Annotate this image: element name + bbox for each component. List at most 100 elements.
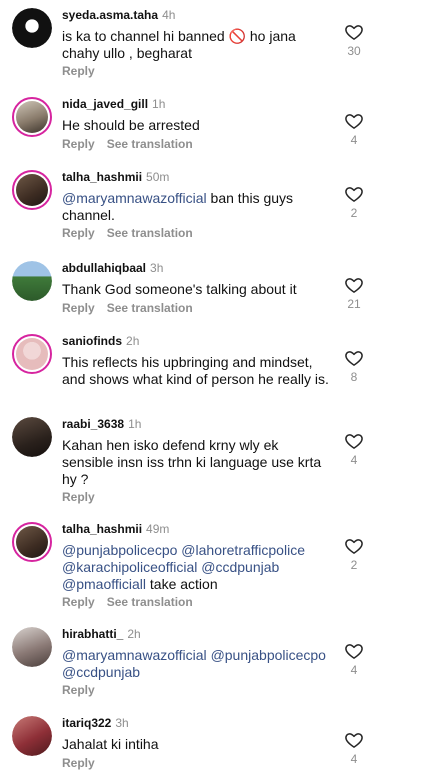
comment-header: talha_hashmii 50m xyxy=(62,170,169,184)
comment-actions: Reply See translation xyxy=(62,137,193,151)
heart-outline-icon[interactable] xyxy=(344,22,364,42)
mention-link[interactable]: @lahoretrafficpolice xyxy=(181,542,305,558)
comment-header: abdullahiqbaal 3h xyxy=(62,261,163,275)
see-translation-button[interactable]: See translation xyxy=(107,137,193,151)
username-link[interactable]: itariq322 xyxy=(62,716,111,730)
user-avatar[interactable] xyxy=(12,627,52,667)
see-translation-button[interactable]: See translation xyxy=(107,226,193,240)
heart-outline-icon[interactable] xyxy=(344,111,364,131)
mention-link[interactable]: @punjabpolicecpo xyxy=(211,647,326,663)
user-avatar[interactable] xyxy=(12,417,52,457)
comment-text: Kahan hen isko defend krny wly ek sensib… xyxy=(62,437,332,488)
comment-timestamp: 4h xyxy=(162,8,176,22)
like-count: 4 xyxy=(350,133,358,147)
comment-text-fragment: Jahalat ki intiha xyxy=(62,736,159,752)
comment-actions: Reply See translation xyxy=(62,595,193,609)
like-control: 4 xyxy=(340,641,368,677)
comment-timestamp: 49m xyxy=(146,522,170,536)
comment-actions: Reply xyxy=(62,64,95,78)
username-link[interactable]: talha_hashmii xyxy=(62,170,142,184)
comment-text: is ka to channel hi banned 🚫 ho jana cha… xyxy=(62,28,332,62)
reply-button[interactable]: Reply xyxy=(62,301,95,315)
comment-header: raabi_3638 1h xyxy=(62,417,141,431)
comment-text-fragment: He should be arrested xyxy=(62,117,200,133)
like-control: 4 xyxy=(340,730,368,766)
username-link[interactable]: nida_javed_gill xyxy=(62,97,148,111)
user-avatar[interactable] xyxy=(12,261,52,301)
avatar-image xyxy=(16,174,48,206)
mention-link[interactable]: @maryamnawazofficial xyxy=(62,647,207,663)
comment-text: He should be arrested xyxy=(62,117,332,134)
like-count: 2 xyxy=(350,558,358,572)
comment-header: saniofinds 2h xyxy=(62,334,139,348)
username-link[interactable]: saniofinds xyxy=(62,334,122,348)
heart-outline-icon[interactable] xyxy=(344,641,364,661)
comment-actions: Reply See translation xyxy=(62,301,193,315)
heart-outline-icon[interactable] xyxy=(344,348,364,368)
comment-text-fragment: This reflects his upbringing and mindset… xyxy=(62,354,329,387)
comment-actions: Reply See translation xyxy=(62,226,193,240)
user-avatar[interactable] xyxy=(12,522,52,562)
like-control: 4 xyxy=(340,431,368,467)
username-link[interactable]: syeda.asma.taha xyxy=(62,8,158,22)
user-avatar[interactable] xyxy=(12,716,52,756)
reply-button[interactable]: Reply xyxy=(62,64,95,78)
like-control: 8 xyxy=(340,348,368,384)
see-translation-button[interactable]: See translation xyxy=(107,595,193,609)
heart-outline-icon[interactable] xyxy=(344,431,364,451)
user-avatar[interactable] xyxy=(12,97,52,137)
comment-actions: Reply xyxy=(62,683,95,697)
avatar-image xyxy=(12,261,52,301)
heart-outline-icon[interactable] xyxy=(344,184,364,204)
reply-button[interactable]: Reply xyxy=(62,595,95,609)
avatar-image xyxy=(12,716,52,756)
avatar-image xyxy=(16,338,48,370)
username-link[interactable]: abdullahiqbaal xyxy=(62,261,146,275)
comment-header: syeda.asma.taha 4h xyxy=(62,8,175,22)
username-link[interactable]: talha_hashmii xyxy=(62,522,142,536)
like-count: 30 xyxy=(347,44,361,58)
comment-text-fragment: take action xyxy=(146,576,218,592)
like-control: 21 xyxy=(340,275,368,311)
avatar-image xyxy=(16,101,48,133)
comment-header: hirabhatti_ 2h xyxy=(62,627,141,641)
heart-outline-icon[interactable] xyxy=(344,275,364,295)
see-translation-button[interactable]: See translation xyxy=(107,301,193,315)
username-link[interactable]: raabi_3638 xyxy=(62,417,124,431)
comment-text-fragment: Thank God someone's talking about it xyxy=(62,281,297,297)
comment-text: @punjabpolicecpo @lahoretrafficpolice @k… xyxy=(62,542,332,593)
comment-actions: Reply xyxy=(62,490,95,504)
comment-text-fragment: is ka to channel hi banned 🚫 ho jana cha… xyxy=(62,28,296,61)
like-count: 4 xyxy=(350,663,358,677)
comment-text: @maryamnawazofficial @punjabpolicecpo @c… xyxy=(62,647,332,681)
comment-header: nida_javed_gill 1h xyxy=(62,97,165,111)
comment-text: @maryamnawazofficial ban this guys chann… xyxy=(62,190,332,224)
comment-timestamp: 1h xyxy=(152,97,166,111)
mention-link[interactable]: @pmaofficiall xyxy=(62,576,146,592)
user-avatar[interactable] xyxy=(12,170,52,210)
user-avatar[interactable] xyxy=(12,334,52,374)
like-count: 2 xyxy=(350,206,358,220)
reply-button[interactable]: Reply xyxy=(62,490,95,504)
mention-link[interactable]: @ccdpunjab xyxy=(62,664,140,680)
comment-timestamp: 2h xyxy=(126,334,140,348)
comment-header: itariq322 3h xyxy=(62,716,129,730)
mention-link[interactable]: @punjabpolicecpo xyxy=(62,542,177,558)
user-avatar[interactable] xyxy=(12,8,52,48)
mention-link[interactable]: @ccdpunjab xyxy=(201,559,279,575)
username-link[interactable]: hirabhatti_ xyxy=(62,627,123,641)
comment-text: This reflects his upbringing and mindset… xyxy=(62,354,332,388)
avatar-image xyxy=(12,8,52,48)
heart-outline-icon[interactable] xyxy=(344,536,364,556)
comment-timestamp: 3h xyxy=(150,261,164,275)
reply-button[interactable]: Reply xyxy=(62,137,95,151)
avatar-image xyxy=(12,417,52,457)
avatar-image xyxy=(12,627,52,667)
reply-button[interactable]: Reply xyxy=(62,756,95,770)
reply-button[interactable]: Reply xyxy=(62,683,95,697)
mention-link[interactable]: @maryamnawazofficial xyxy=(62,190,207,206)
mention-link[interactable]: @karachipoliceofficial xyxy=(62,559,197,575)
heart-outline-icon[interactable] xyxy=(344,730,364,750)
like-count: 4 xyxy=(350,453,358,467)
reply-button[interactable]: Reply xyxy=(62,226,95,240)
